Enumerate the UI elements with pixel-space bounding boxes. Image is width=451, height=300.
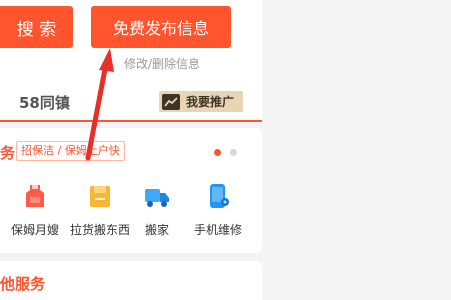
publish-button[interactable]: 免费发布信息 bbox=[91, 6, 231, 48]
service-item-label: 搬家 bbox=[144, 223, 169, 237]
box-icon bbox=[86, 182, 114, 210]
search-button[interactable]: 搜 索 bbox=[0, 6, 73, 48]
trend-chart-icon bbox=[162, 93, 180, 110]
other-services-title: 他服务 bbox=[0, 275, 46, 293]
section-divider bbox=[0, 120, 262, 122]
service-item-nanny[interactable]: 保姆月嫂 bbox=[0, 182, 70, 238]
town-label[interactable]: 58同镇 bbox=[19, 92, 70, 113]
promote-label: 我要推广 bbox=[186, 95, 235, 109]
service-item-label: 保姆月嫂 bbox=[10, 223, 59, 237]
phone-repair-icon bbox=[204, 182, 232, 210]
service-tags[interactable]: 招保洁 / 保姆上户快 bbox=[16, 141, 125, 161]
modify-delete-link[interactable]: 修改/删除信息 bbox=[124, 55, 200, 72]
service-card-title: 务 bbox=[0, 144, 16, 162]
carousel-dot[interactable] bbox=[230, 149, 237, 156]
promote-button[interactable]: 我要推广 bbox=[159, 91, 243, 112]
service-item-moving[interactable]: 搬家 bbox=[122, 182, 192, 238]
service-card: 务 招保洁 / 保姆上户快 保姆月嫂 拉货搬东西 搬家 手机维修 bbox=[0, 128, 262, 253]
service-item-label: 手机维修 bbox=[193, 223, 242, 237]
nanny-apron-icon bbox=[21, 182, 49, 210]
carousel-dot-active[interactable] bbox=[214, 149, 221, 156]
other-services-card: 他服务 bbox=[0, 261, 262, 300]
right-blank-panel bbox=[262, 0, 451, 300]
moving-truck-icon bbox=[143, 182, 171, 210]
service-item-phone-repair[interactable]: 手机维修 bbox=[183, 182, 253, 238]
